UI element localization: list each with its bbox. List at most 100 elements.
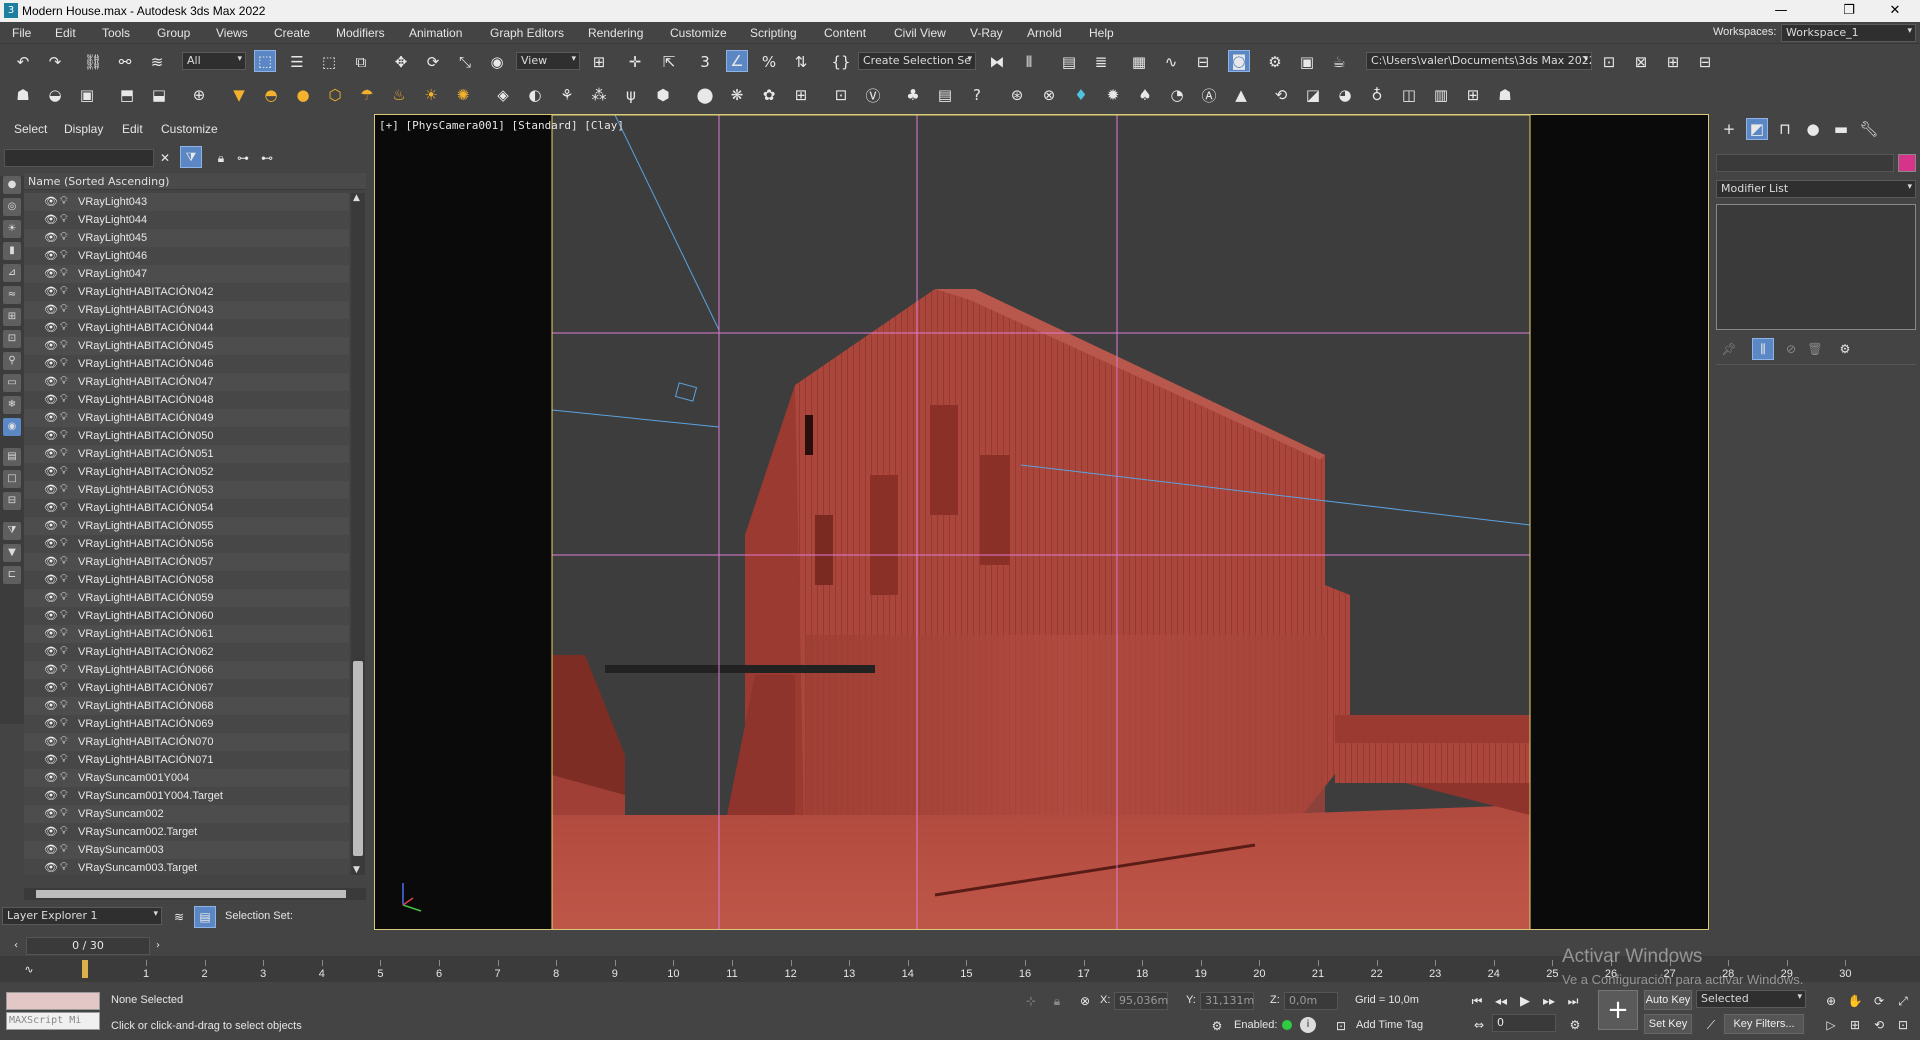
visibility-eye-icon[interactable]: 👁︎	[44, 195, 58, 208]
visibility-eye-icon[interactable]: 👁︎	[44, 699, 58, 712]
visibility-eye-icon[interactable]: 👁︎	[44, 591, 58, 604]
spinner-snap-icon[interactable]: ⇅	[790, 51, 812, 73]
visibility-eye-icon[interactable]: 👁︎	[44, 645, 58, 658]
vray-material-icon[interactable]: ⬒	[116, 84, 138, 106]
display-helpers-icon[interactable]: ⊿	[3, 264, 21, 282]
vray-render-icon[interactable]: ◒	[44, 84, 66, 106]
set-key-big-button[interactable]: +	[1598, 990, 1638, 1030]
menu-tools[interactable]: Tools	[102, 26, 130, 40]
light-bulb-icon[interactable]: 💡︎	[60, 537, 68, 550]
time-configuration-icon[interactable]: ⚙	[1564, 1014, 1586, 1036]
open-file-icon[interactable]: ⊡	[1598, 51, 1620, 73]
show-end-result-icon[interactable]: ⫼	[1752, 338, 1774, 360]
light-bulb-icon[interactable]: 💡︎	[60, 231, 68, 244]
go-to-start-icon[interactable]: ⏮	[1466, 990, 1488, 1012]
light-bulb-icon[interactable]: 💡︎	[60, 501, 68, 514]
display-none-icon[interactable]: □	[3, 470, 21, 488]
display-invert-icon[interactable]: ⊟	[3, 492, 21, 510]
vray-scatter-icon[interactable]: ⁂	[588, 84, 610, 106]
display-cameras-icon[interactable]: ▮	[3, 242, 21, 260]
display-spacewarps-icon[interactable]: ≈	[3, 286, 21, 304]
menu-modifiers[interactable]: Modifiers	[336, 26, 385, 40]
display-tab-icon[interactable]: ▬	[1830, 118, 1852, 140]
display-groups-icon[interactable]: ⊞	[3, 308, 21, 326]
info-icon[interactable]: i	[1300, 1017, 1316, 1033]
light-bulb-icon[interactable]: 💡︎	[60, 465, 68, 478]
list-item[interactable]: 👁︎ 💡︎ VRayLightHABITACIÓN047	[24, 373, 349, 391]
light-bulb-icon[interactable]: 💡︎	[60, 699, 68, 712]
set-key-button[interactable]: Set Key	[1644, 1014, 1692, 1034]
maxscript-listener-top[interactable]	[6, 992, 100, 1010]
list-item[interactable]: 👁︎ 💡︎ VRayLightHABITACIÓN071	[24, 751, 349, 769]
visibility-eye-icon[interactable]: 👁︎	[44, 681, 58, 694]
edit-named-selection-icon[interactable]: {}	[830, 51, 852, 73]
list-item[interactable]: 👁︎ 💡︎ VRayLightHABITACIÓN054	[24, 499, 349, 517]
light-bulb-icon[interactable]: 💡︎	[60, 411, 68, 424]
display-shapes-icon[interactable]: ◎	[3, 198, 21, 216]
visibility-eye-icon[interactable]: 👁︎	[44, 357, 58, 370]
rotate-icon[interactable]: ⟳	[422, 51, 444, 73]
light-bulb-icon[interactable]: 💡︎	[60, 663, 68, 676]
key-filters-button[interactable]: Key Filters...	[1724, 1014, 1804, 1034]
roll-camera-icon[interactable]: ⟲	[1868, 1014, 1890, 1036]
light-bulb-icon[interactable]: 💡︎	[60, 573, 68, 586]
default-in-out-tangents-icon[interactable]: ⟋	[1700, 1014, 1722, 1036]
motion-tab-icon[interactable]: ●	[1802, 118, 1824, 140]
visibility-eye-icon[interactable]: 👁︎	[44, 861, 58, 874]
visibility-eye-icon[interactable]: 👁︎	[44, 465, 58, 478]
name-column-header[interactable]: Name (Sorted Ascending)	[24, 173, 366, 190]
visibility-eye-icon[interactable]: 👁︎	[44, 375, 58, 388]
snaps-toggle-icon[interactable]: 3	[694, 51, 716, 73]
visibility-eye-icon[interactable]: 👁︎	[44, 447, 58, 460]
viewport[interactable]: [+] [PhysCamera001] [Standard] [Clay]	[374, 114, 1709, 930]
list-item[interactable]: 👁︎ 💡︎ VRayLightHABITACIÓN042	[24, 283, 349, 301]
menu-customize[interactable]: Customize	[670, 26, 727, 40]
light-bulb-icon[interactable]: 💡︎	[60, 195, 68, 208]
vray-sphere-icon[interactable]: ⬤	[694, 84, 716, 106]
list-item[interactable]: 👁︎ 💡︎ VRayLightHABITACIÓN059	[24, 589, 349, 607]
rendered-frame-window-icon[interactable]: ▣	[1296, 51, 1318, 73]
adaptive-degradation-icon[interactable]: ⚙	[1206, 1015, 1228, 1037]
clear-search-icon[interactable]: ✕	[154, 147, 176, 169]
visibility-eye-icon[interactable]: 👁︎	[44, 735, 58, 748]
time-slider-right-icon[interactable]: ›	[150, 936, 166, 954]
expand-all-icon[interactable]: ⊷	[256, 147, 278, 169]
arnold-bulb-icon[interactable]: ♁	[1366, 84, 1388, 106]
minimize-button[interactable]: —	[1758, 0, 1804, 22]
selection-filter-dropdown[interactable]: All ▾	[182, 52, 246, 70]
arnold-renderview-icon[interactable]: ▤	[934, 84, 956, 106]
list-item[interactable]: 👁︎ 💡︎ VRayLightHABITACIÓN043	[24, 301, 349, 319]
display-geometry-icon[interactable]: ●	[3, 176, 21, 194]
display-frozen-icon[interactable]: ❄	[3, 396, 21, 414]
list-item[interactable]: 👁︎ 💡︎ VRayLightHABITACIÓN070	[24, 733, 349, 751]
vray-fluid-icon[interactable]: ❋	[726, 84, 748, 106]
hierarchy-tab-icon[interactable]: ⊓	[1774, 118, 1796, 140]
visibility-eye-icon[interactable]: 👁︎	[44, 303, 58, 316]
rectangular-selection-icon[interactable]: ⬚	[318, 51, 340, 73]
reference-coordinate-dropdown[interactable]: View ▾	[516, 52, 580, 70]
list-item[interactable]: 👁︎ 💡︎ VRayLight047	[24, 265, 349, 283]
arnold-mesh-icon[interactable]: ◔	[1166, 84, 1188, 106]
modifier-list-dropdown[interactable]: Modifier List ▾	[1716, 180, 1916, 198]
menu-vray[interactable]: V-Ray	[970, 26, 1003, 40]
y-coordinate-field[interactable]: 31,131m	[1200, 992, 1254, 1010]
enabled-indicator[interactable]	[1282, 1020, 1292, 1030]
light-bulb-icon[interactable]: 💡︎	[60, 339, 68, 352]
list-item[interactable]: 👁︎ 💡︎ VRayLightHABITACIÓN058	[24, 571, 349, 589]
vray-plane-light-icon[interactable]: ▼	[228, 84, 250, 106]
list-item[interactable]: 👁︎ 💡︎ VRayLightHABITACIÓN066	[24, 661, 349, 679]
visibility-eye-icon[interactable]: 👁︎	[44, 825, 58, 838]
align-icon[interactable]: ⫴	[1018, 51, 1040, 73]
light-bulb-icon[interactable]: 💡︎	[60, 321, 68, 334]
visibility-eye-icon[interactable]: 👁︎	[44, 663, 58, 676]
select-manipulate-icon[interactable]: ✛	[624, 51, 646, 73]
visibility-eye-icon[interactable]: 👁︎	[44, 429, 58, 442]
list-item[interactable]: 👁︎ 💡︎ VRaySuncam003	[24, 841, 349, 859]
current-frame-field[interactable]: 0	[1492, 1014, 1556, 1032]
maximize-viewport-icon[interactable]: ⤢	[1892, 990, 1914, 1012]
arnold-proxy-icon[interactable]: ⊗	[1038, 84, 1060, 106]
tab-display[interactable]: Display	[64, 122, 103, 136]
make-unique-icon[interactable]: ⊘	[1780, 338, 1802, 360]
zoom-extents-icon[interactable]: ⊕	[1820, 990, 1842, 1012]
horizontal-scrollbar[interactable]	[24, 888, 366, 900]
